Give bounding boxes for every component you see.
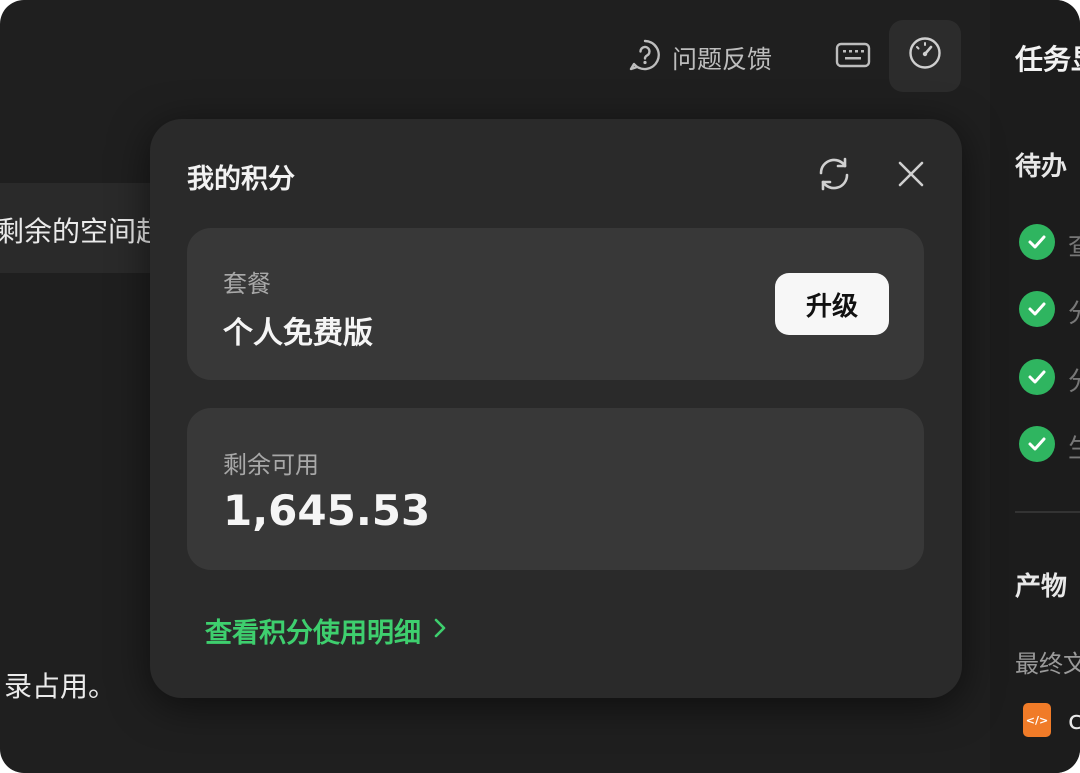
todo-heading: 待办: [1015, 152, 1068, 182]
feedback-button[interactable]: 问题反馈: [628, 38, 772, 78]
detail-link-label: 查看积分使用明细: [205, 618, 421, 649]
refresh-icon[interactable]: [816, 156, 852, 192]
todo-item[interactable]: 分: [1068, 293, 1080, 330]
todo-item[interactable]: 查: [1068, 226, 1080, 263]
plan-value: 个人免费版: [223, 316, 373, 351]
final-files-label: 最终文: [1015, 650, 1080, 678]
check-icon: [1019, 224, 1055, 260]
check-icon: [1019, 426, 1055, 462]
balance-label: 剩余可用: [223, 451, 319, 479]
products-heading: 产物: [1015, 572, 1068, 602]
background-chip-text: 剩余的空间超: [0, 215, 165, 248]
feedback-label: 问题反馈: [672, 45, 773, 74]
upgrade-button[interactable]: 升级: [775, 273, 889, 335]
file-name[interactable]: c: [1068, 706, 1080, 736]
check-icon: [1019, 359, 1055, 395]
my-points-popup: 我的积分 套餐 个人免费版 升级 剩余可用 1,645.53 查看积分使用明细: [150, 119, 962, 698]
divider: [1015, 511, 1080, 513]
balance-value: 1,645.53: [223, 486, 431, 535]
chevron-right-icon: [433, 615, 447, 646]
close-icon[interactable]: [894, 157, 928, 191]
points-detail-link[interactable]: 查看积分使用明细: [205, 611, 447, 650]
question-circle-icon: [628, 38, 662, 78]
check-icon: [1019, 291, 1055, 327]
plan-card: 套餐 个人免费版 升级: [187, 228, 924, 380]
app-window: 问题反馈 剩余的空间超 录占用。 任务 待办 产物 最终文 </> c 我的积分…: [0, 0, 1080, 773]
popup-title: 我的积分: [187, 164, 295, 195]
gauge-icon: [907, 35, 943, 77]
code-file-icon: </>: [1023, 703, 1051, 737]
keyboard-button[interactable]: [833, 38, 873, 78]
todo-item[interactable]: 生: [1068, 428, 1080, 465]
balance-card: 剩余可用 1,645.53: [187, 408, 924, 570]
task-panel: 任务显 待办 查 分 分 生 产物 最终文 </> c: [990, 0, 1080, 773]
todo-item[interactable]: 分: [1068, 361, 1080, 398]
usage-gauge-button[interactable]: [889, 20, 961, 92]
task-panel-title: 任务显: [1015, 43, 1080, 76]
keyboard-icon: [835, 41, 871, 75]
plan-label: 套餐: [223, 270, 271, 298]
background-bottom-text: 录占用。: [4, 670, 117, 703]
